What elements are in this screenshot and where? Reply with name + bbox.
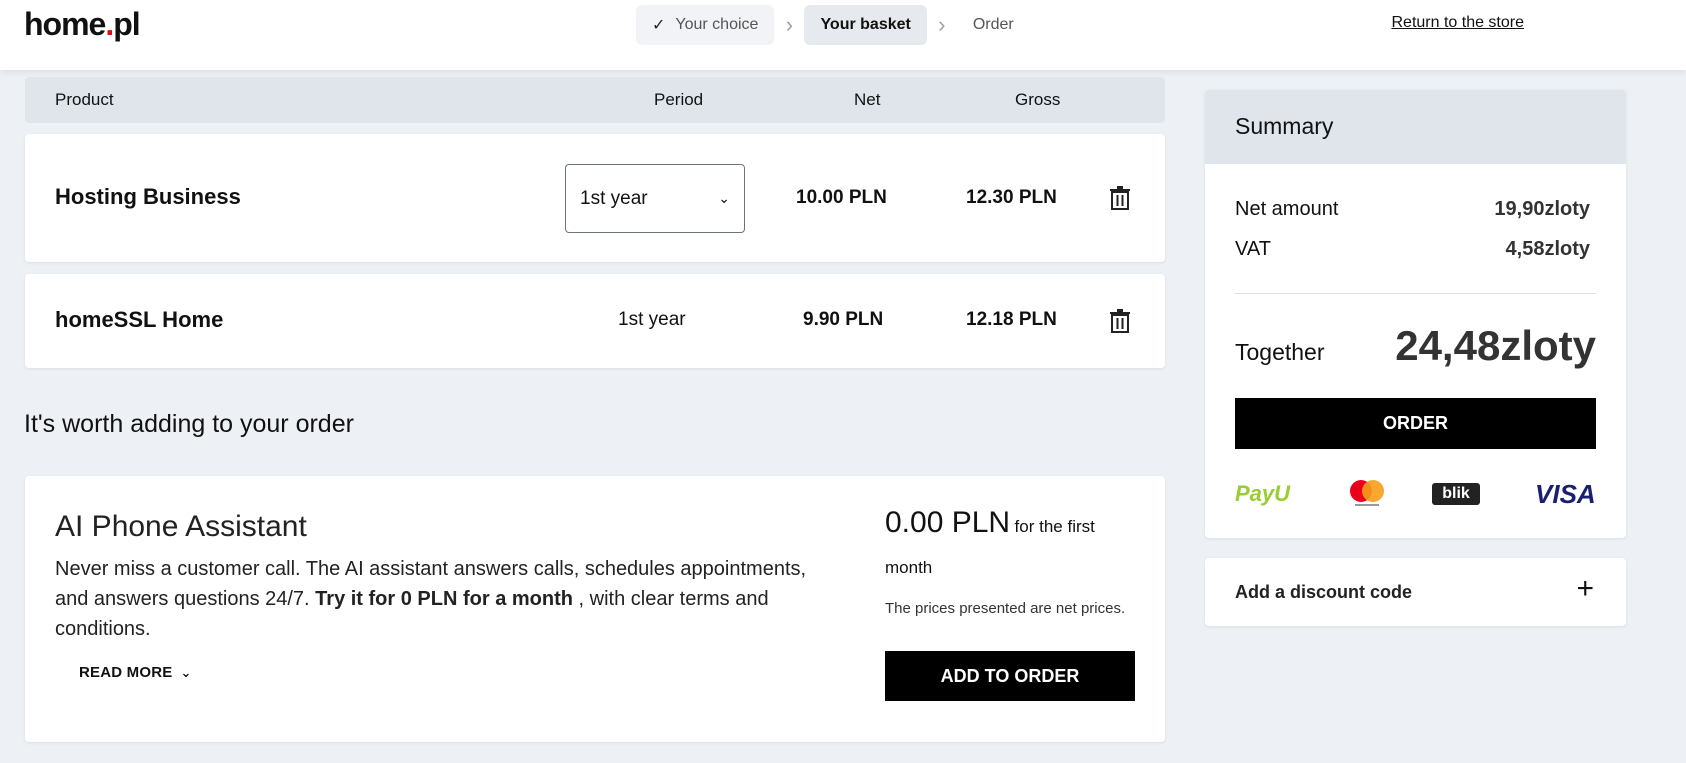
step-label: Your basket xyxy=(820,16,911,33)
offer-highlight: Try it for 0 PLN for a month xyxy=(315,588,573,610)
net-amount-value: 19,90zloty xyxy=(1494,198,1590,220)
offer-description: Never miss a customer call. The AI assis… xyxy=(55,558,807,640)
gross-price: 12.30 PLN xyxy=(966,187,1057,208)
period-value: 1st year xyxy=(618,309,686,330)
step-label: Order xyxy=(972,16,1014,33)
net-price: 9.90 PLN xyxy=(803,309,884,330)
column-product: Product xyxy=(55,90,114,109)
checkout-steps: ✓ Your choice › Your basket › Order xyxy=(636,5,1030,45)
trash-icon[interactable] xyxy=(1109,309,1131,333)
discount-code-toggle[interactable]: Add a discount code + xyxy=(1205,558,1626,626)
visa-logo: VISA xyxy=(1535,479,1596,509)
discount-label: Add a discount code xyxy=(1235,582,1413,602)
product-name: homeSSL Home xyxy=(55,307,224,332)
net-price: 10.00 PLN xyxy=(796,187,887,208)
basket-table-header: Product Period Net Gross xyxy=(25,77,1165,123)
summary-panel: Summary Net amount 19,90zloty VAT 4,58zl… xyxy=(1205,90,1626,538)
return-to-store-link[interactable]: Return to the store xyxy=(1391,14,1524,32)
divider xyxy=(1235,293,1596,294)
total-value: 24,48zloty xyxy=(1395,322,1596,369)
basket-row: homeSSL Home 1st year 9.90 PLN 12.18 PLN xyxy=(25,274,1165,368)
chevron-right-icon: › xyxy=(785,12,794,37)
order-button[interactable]: ORDER xyxy=(1235,398,1596,449)
offer-price-suffix: for the first xyxy=(1014,517,1095,536)
total-label: Together xyxy=(1235,339,1325,365)
summary-title: Summary xyxy=(1205,90,1626,164)
top-header: home.pl ✓ Your choice › Your basket › Or… xyxy=(0,0,1686,70)
step-order: Order xyxy=(957,5,1030,45)
basket-row: Hosting Business 1st year ⌄ 10.00 PLN 12… xyxy=(25,134,1165,262)
home-pl-logo[interactable]: home.pl xyxy=(24,6,141,43)
step-your-choice[interactable]: ✓ Your choice xyxy=(636,5,775,45)
read-more-button[interactable]: READ MORE ⌄ xyxy=(79,664,192,681)
step-label: Your choice xyxy=(675,16,759,33)
column-gross: Gross xyxy=(1015,90,1061,109)
payment-methods: PayU blik VISA xyxy=(1235,477,1596,509)
trash-icon[interactable] xyxy=(1109,186,1131,210)
chevron-right-icon: › xyxy=(938,12,946,37)
check-icon: ✓ xyxy=(652,17,666,34)
step-your-basket[interactable]: Your basket xyxy=(804,5,927,45)
period-select[interactable]: 1st year ⌄ xyxy=(565,164,745,233)
offer-price-value: 0.00 PLN xyxy=(885,506,1011,539)
mastercard-logo xyxy=(1350,480,1384,506)
chevron-down-icon: ⌄ xyxy=(718,190,730,206)
vat-line: VAT 4,58zloty xyxy=(1235,238,1590,261)
vat-label: VAT xyxy=(1235,238,1271,260)
blik-logo: blik xyxy=(1432,483,1480,505)
offer-price-suffix-month: month xyxy=(885,558,933,577)
net-prices-note: The prices presented are net prices. xyxy=(885,600,1126,617)
column-net: Net xyxy=(854,90,881,109)
period-selected-value: 1st year xyxy=(580,187,648,209)
chevron-down-icon: ⌄ xyxy=(180,665,192,680)
offer-title: AI Phone Assistant xyxy=(55,510,307,543)
column-period: Period xyxy=(654,90,704,109)
net-amount-line: Net amount 19,90zloty xyxy=(1235,198,1590,221)
offer-price: 0.00 PLN for the first month xyxy=(885,506,1155,578)
vat-value: 4,58zloty xyxy=(1505,238,1590,260)
upsell-card: AI Phone Assistant Never miss a customer… xyxy=(25,476,1165,742)
plus-icon: + xyxy=(1576,572,1594,605)
payu-logo: PayU xyxy=(1235,481,1291,506)
add-to-order-button[interactable]: ADD TO ORDER xyxy=(885,651,1135,701)
gross-price: 12.18 PLN xyxy=(966,309,1057,330)
net-amount-label: Net amount xyxy=(1235,198,1339,220)
upsell-section-title: It's worth adding to your order xyxy=(24,410,354,438)
product-name: Hosting Business xyxy=(55,184,241,209)
